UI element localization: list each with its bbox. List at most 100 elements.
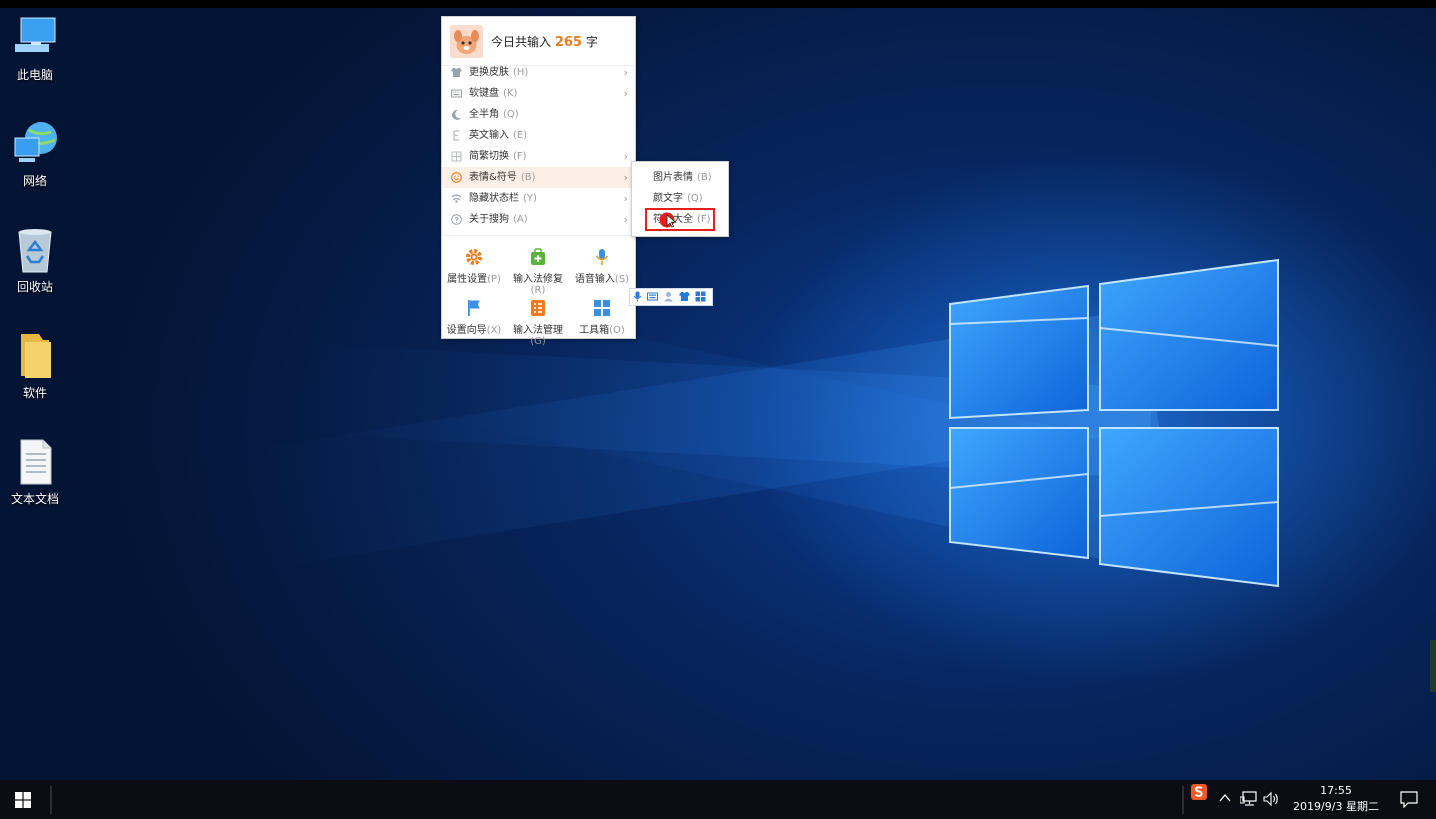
tool-shortcut: (S) [614,274,630,285]
menu-item-hide-status-bar[interactable]: 隐藏状态栏 (Y) › [442,188,635,209]
desktop-icon-text-document[interactable]: 文本文档 [6,438,64,507]
tool-shortcut: (P) [487,274,501,285]
chevron-right-icon: › [623,171,628,184]
tool-shortcut: (O) [609,325,625,336]
submenu-item-shortcut: (Q) [687,193,703,204]
desktop-icon-network[interactable]: 网络 [6,120,64,189]
sogou-ime-tray-icon[interactable] [1190,783,1208,801]
menu-item-label: 更换皮肤 [469,67,509,78]
chevron-right-icon: › [623,66,628,79]
menu-divider [442,235,635,236]
moon-icon [452,109,461,120]
chevron-right-icon: › [623,213,628,226]
tool-ime-management[interactable]: 输入法管理(G) [506,289,570,347]
menu-item-soft-keyboard[interactable]: 软键盘 (K) › [442,83,635,104]
taskbar: 17:55 2019/9/3 星期二 [0,780,1436,819]
menu-item-label: 隐藏状态栏 [469,193,519,204]
desktop-icon-label: 文本文档 [10,492,59,506]
flag-icon [465,299,483,317]
submenu-item-kaomoji[interactable]: 颜文字 (Q) [632,188,728,209]
shirt-icon[interactable] [679,291,690,302]
desktop-icon-label: 此电脑 [16,68,53,82]
smiley-icon [451,172,462,183]
desktop-icon-this-pc[interactable]: 此电脑 [6,14,64,83]
taskbar-clock[interactable]: 17:55 2019/9/3 星期二 [1286,783,1386,815]
network-tray-icon[interactable] [1240,791,1258,807]
menu-item-shortcut: (F) [513,151,527,162]
toolbox-icon [593,299,611,317]
menu-item-label: 简繁切换 [469,151,509,162]
menu-item-english-input[interactable]: 英文输入 (E) [442,125,635,146]
tool-voice-input[interactable]: 语音输入(S) [570,238,634,288]
tool-property-settings[interactable]: 属性设置(P) [442,238,506,288]
daily-input-number: 265 [554,35,582,50]
menu-item-label: 软键盘 [469,88,499,99]
desktop-icon-label: 软件 [22,386,47,400]
daily-input-suffix: 字 [585,35,598,49]
chevron-right-icon: › [623,87,628,100]
menu-item-shortcut: (Q) [503,109,519,120]
menu-item-simplified-traditional[interactable]: 简繁切换 (F) › [442,146,635,167]
volume-icon[interactable] [1263,791,1279,807]
gear-icon [465,248,483,266]
menu-item-shortcut: (A) [513,214,528,225]
menu-item-about-sogou[interactable]: 关于搜狗 (A) › [442,209,635,230]
folder-icon [11,332,59,380]
tool-toolbox[interactable]: 工具箱(O) [570,289,634,339]
manage-icon [529,299,547,317]
sogou-dog-avatar-icon [450,25,483,58]
red-highlight-box [645,208,715,231]
microphone-icon[interactable] [632,291,643,302]
shirt-icon [451,68,462,77]
computer-icon [11,14,59,62]
taskbar-separator [50,786,52,814]
windows-start-icon[interactable] [15,792,31,808]
desktop-icon-recycle-bin[interactable]: 回收站 [6,226,64,295]
submenu-item-picture-emoji[interactable]: 图片表情 (B) [632,167,728,188]
tool-label: 输入法修复 [513,274,563,285]
chevron-up-icon[interactable] [1219,793,1231,803]
desktop-icon-label: 回收站 [16,280,53,294]
action-center-icon[interactable] [1400,791,1418,808]
ime-status-bar[interactable] [629,288,713,306]
question-icon [451,214,462,225]
clock-date: 2019/9/3 星期二 [1293,800,1379,813]
tool-label: 设置向导 [446,325,487,336]
offscreen-window-edge [1430,640,1436,692]
menu-item-change-skin[interactable]: 更换皮肤 (H) › [442,62,635,83]
desktop-icon-software-folder[interactable]: 软件 [6,332,64,401]
toolbox-icon[interactable] [695,291,706,302]
tool-setup-wizard[interactable]: 设置向导(X) [442,289,506,339]
top-black-bar [0,0,1436,8]
desktop-background [0,8,1436,780]
menu-item-label: 英文输入 [469,130,509,141]
tool-label: 属性设置 [447,274,488,285]
menu-item-full-half-width[interactable]: 全半角 (Q) [442,104,635,125]
tool-ime-repair[interactable]: 输入法修复(R) [506,238,570,296]
hide-statusbar-icon [451,194,462,203]
menu-header: 今日共输入 265 字 [442,17,635,66]
menu-item-shortcut: (B) [520,172,536,183]
menu-item-shortcut: (E) [513,130,528,141]
menu-item-label: 关于搜狗 [469,214,509,225]
traditional-icon [451,151,462,162]
user-icon[interactable] [663,291,674,302]
tool-label: 输入法管理 [513,325,563,336]
windows-logo-wallpaper [949,258,1279,588]
chevron-right-icon: › [623,150,628,163]
repair-icon [529,248,547,266]
menu-item-shortcut: (H) [513,67,529,78]
daily-input-count: 今日共输入 265 字 [491,33,598,50]
english-icon [453,130,459,141]
menu-item-emoji-symbols[interactable]: 表情&符号 (B) › [442,167,635,188]
submenu-item-shortcut: (B) [697,172,712,183]
keyboard-icon[interactable] [647,291,658,302]
taskbar-separator [1182,786,1184,814]
menu-item-label: 表情&符号 [469,172,517,183]
sogou-ime-menu: 今日共输入 265 字 更换皮肤 (H) › 软键盘 (K) › 全半角 (Q) 英文… [441,16,636,347]
tool-shortcut: (G) [530,336,546,347]
daily-input-prefix: 今日共输入 [491,35,552,49]
recycle-bin-icon [11,226,59,274]
tool-label: 工具箱 [579,325,610,336]
network-icon [11,120,59,168]
